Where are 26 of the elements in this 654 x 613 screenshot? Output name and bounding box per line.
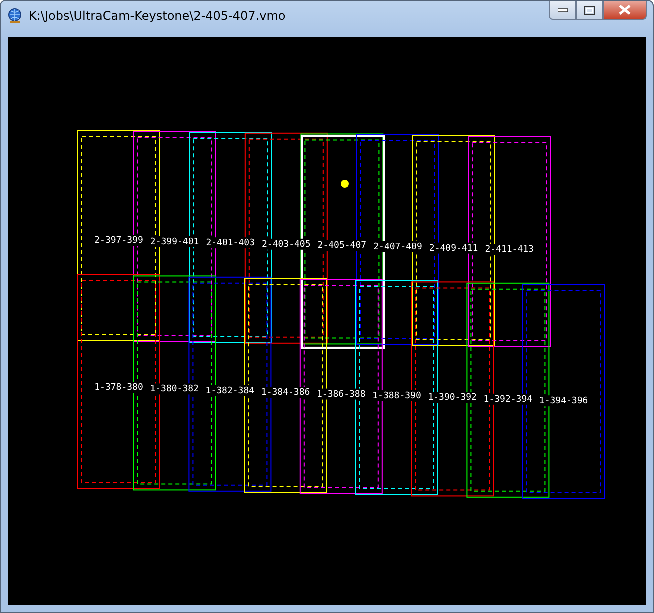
- frame-label: 2-397-399: [93, 235, 145, 246]
- frame-label: 1-392-394: [482, 394, 534, 405]
- frame-label: 2-399-401: [148, 236, 201, 248]
- frame-label: 2-401-403: [204, 238, 257, 249]
- frame-label: 2-407-409: [372, 242, 424, 252]
- frame-label: 2-409-411: [428, 242, 480, 254]
- frame-label: 1-386-388: [315, 388, 368, 400]
- window-title: K:\Jobs\UltraCam-Keystone\2-405-407.vmo: [29, 8, 287, 22]
- frame-label: 1-378-380: [93, 382, 145, 393]
- globe-icon: [7, 8, 23, 24]
- close-icon: [619, 5, 631, 15]
- maximize-icon: [584, 6, 595, 14]
- minimize-icon: [558, 8, 568, 12]
- frame-label: 1-388-390: [371, 390, 423, 402]
- close-button[interactable]: [603, 1, 647, 20]
- frame-label: 1-394-396: [538, 396, 590, 407]
- frame-label: 1-382-384: [204, 385, 256, 396]
- frame-label: 1-390-392: [426, 392, 479, 404]
- frame-label: 2-405-407: [316, 240, 368, 252]
- frame-label: 1-384-386: [260, 387, 312, 398]
- minimize-button[interactable]: [549, 1, 576, 20]
- position-marker: [341, 180, 349, 188]
- frame-label: 2-403-405: [260, 238, 312, 250]
- frame-label: 1-380-382: [148, 384, 201, 395]
- maximize-button[interactable]: [576, 1, 603, 20]
- frame-label: 2-411-413: [484, 244, 536, 256]
